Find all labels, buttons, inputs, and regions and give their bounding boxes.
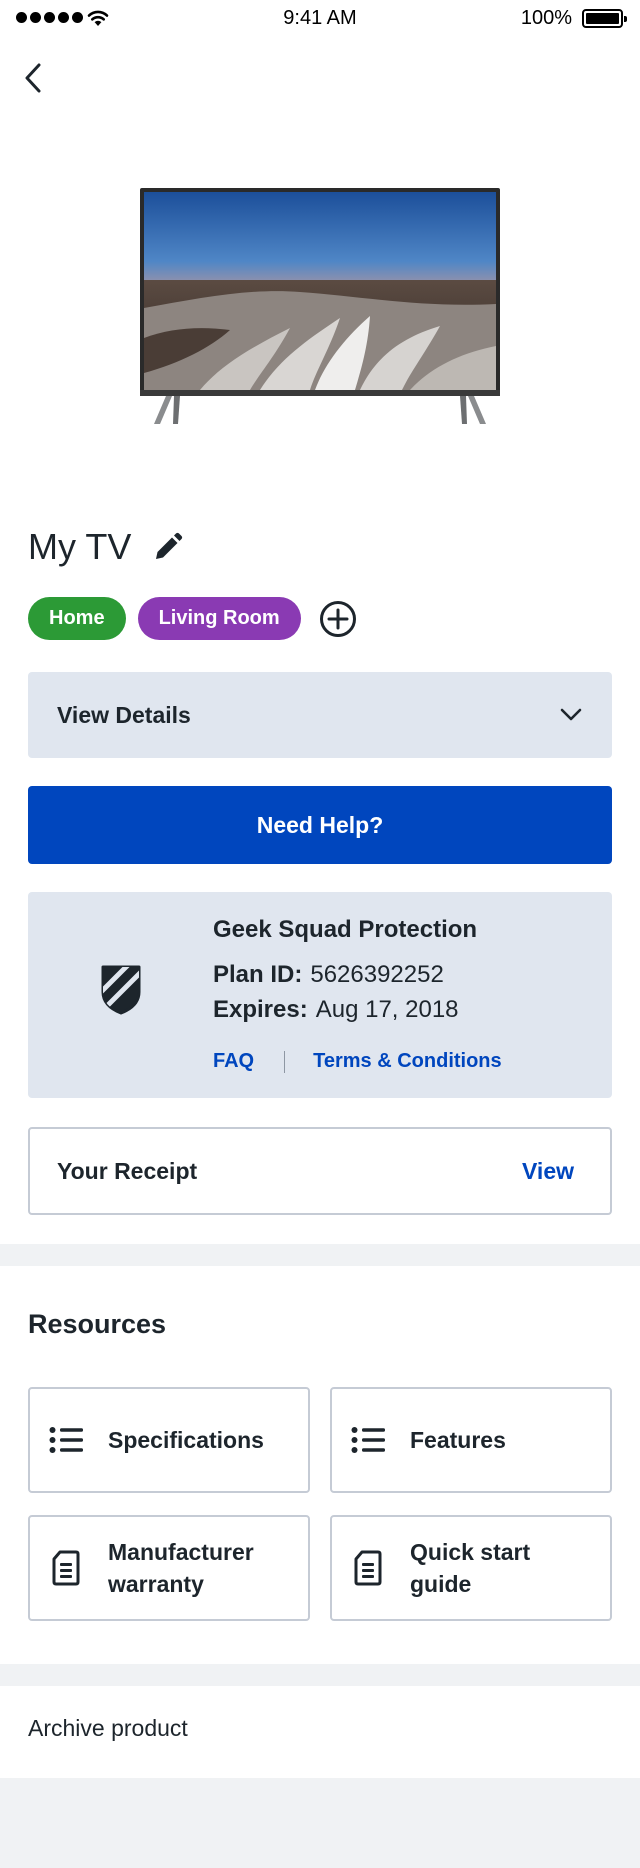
resources-title: Resources — [28, 1309, 167, 1339]
view-details-label: View Details — [57, 701, 191, 728]
section-divider — [0, 1244, 640, 1266]
view-details-accordion[interactable]: View Details — [28, 672, 612, 758]
terms-link[interactable]: Terms & Conditions — [313, 1050, 502, 1073]
section-divider — [0, 1664, 640, 1686]
status-bar: 9:41 AM 100% — [0, 0, 640, 40]
resource-manufacturer-warranty[interactable]: Manufacturer warranty — [28, 1515, 310, 1621]
pencil-icon[interactable] — [153, 532, 183, 562]
shield-icon — [101, 965, 141, 1015]
document-icon — [48, 1550, 84, 1586]
chevron-left-icon — [25, 63, 41, 93]
expires-value: Aug 17, 2018 — [315, 996, 459, 1023]
footer-band — [0, 1778, 640, 1868]
product-title-row: My TV — [28, 522, 183, 572]
link-divider — [284, 1050, 286, 1073]
list-icon — [48, 1426, 84, 1454]
protection-plan-card: Geek Squad Protection Plan ID: 5626392252… — [28, 892, 612, 1098]
resource-specifications[interactable]: Specifications — [28, 1387, 310, 1493]
expires-label: Expires: — [213, 996, 308, 1023]
archive-product-link[interactable]: Archive product — [28, 1715, 188, 1742]
plan-title: Geek Squad Protection — [213, 916, 478, 943]
chevron-down-icon — [560, 708, 582, 721]
add-circle-icon[interactable] — [319, 600, 357, 638]
tag-home[interactable]: Home — [28, 597, 126, 640]
tag-living-room[interactable]: Living Room — [137, 597, 301, 640]
receipt-card: Your Receipt View — [28, 1127, 612, 1215]
resource-quick-start-guide[interactable]: Quick start guide — [330, 1515, 612, 1621]
resource-label: Specifications — [108, 1427, 264, 1453]
back-button[interactable] — [24, 58, 56, 98]
resource-features[interactable]: Features — [330, 1387, 612, 1493]
resource-label: Manufacturer warranty — [108, 1539, 254, 1597]
plan-id-value: 5626392252 — [310, 961, 444, 988]
view-receipt-link[interactable]: View — [522, 1158, 574, 1185]
resource-label: Quick start guide — [410, 1539, 531, 1597]
tag-row: Home Living Room — [28, 597, 357, 640]
product-image — [140, 188, 500, 424]
faq-link[interactable]: FAQ — [213, 1050, 254, 1073]
plan-links: FAQ Terms & Conditions — [213, 1050, 502, 1073]
need-help-button[interactable]: Need Help? — [28, 786, 612, 864]
resource-label: Features — [410, 1427, 506, 1453]
list-icon — [350, 1426, 386, 1454]
document-icon — [350, 1550, 386, 1586]
battery-percent: 100% — [520, 7, 572, 29]
plan-id-line: Plan ID: 5626392252 — [213, 961, 444, 989]
plan-id-label: Plan ID: — [213, 961, 303, 988]
expires-line: Expires: Aug 17, 2018 — [213, 996, 459, 1024]
receipt-label: Your Receipt — [57, 1157, 198, 1184]
battery-icon — [582, 9, 627, 28]
product-title: My TV — [28, 526, 132, 567]
